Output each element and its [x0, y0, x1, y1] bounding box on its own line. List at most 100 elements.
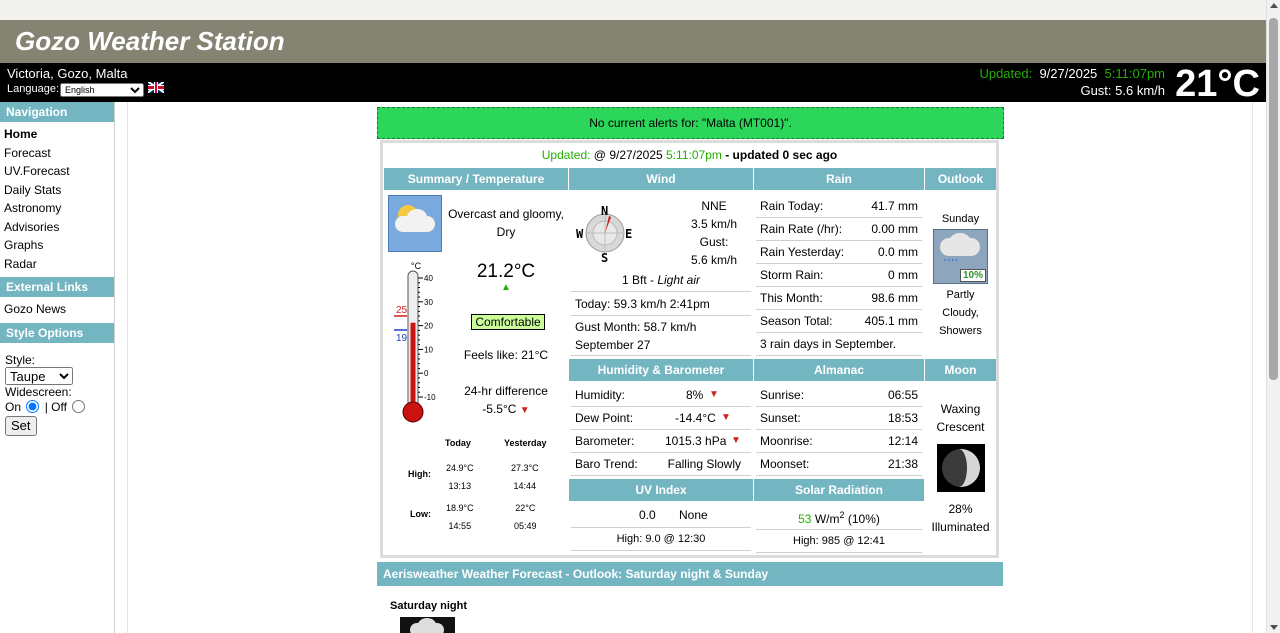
rain-today: Rain Today: 41.7 mm — [756, 195, 922, 218]
temp-up-arrow-icon: ▲ — [501, 282, 511, 293]
baro-trend-row: Baro Trend: Falling Slowly — [571, 453, 751, 476]
scroll-down-icon[interactable] — [1270, 625, 1278, 630]
feels-like: Feels like: 21°C — [463, 348, 549, 362]
rain-days: 3 rain days in September. — [756, 333, 922, 356]
weather-panel: Updated: @ 9/27/2025 5:11:07pm - updated… — [380, 140, 999, 558]
widescreen-off-label: | Off — [44, 399, 67, 414]
sidebar: Navigation Home Forecast UV.Forecast Dai… — [0, 102, 115, 633]
dewpoint-row: Dew Point: -14.4°C ▼ — [571, 407, 751, 430]
thermo-tick-label: 0 — [424, 369, 429, 378]
almanac-heading: Almanac — [754, 359, 924, 381]
nav-item-advisories[interactable]: Advisories — [4, 218, 114, 237]
moonrise-row: Moonrise: 12:14 — [756, 430, 922, 453]
language-select[interactable]: English — [60, 83, 144, 97]
thermo-high: 25 — [396, 305, 408, 316]
thermo-tick-label: 10 — [424, 345, 433, 354]
language-label: Language: — [7, 83, 59, 95]
solar-value-row: 53 W/m2 (10%) — [756, 504, 922, 530]
wind-heading: Wind — [569, 168, 753, 190]
widescreen-on-radio[interactable] — [26, 399, 40, 413]
diff-value: -5.5°C ▼ — [482, 402, 530, 416]
set-style-button[interactable]: Set — [5, 415, 37, 436]
partly-cloudy-icon — [388, 195, 442, 252]
wind-today: Today: 59.3 km/h 2:41pm — [571, 293, 751, 316]
moonset-row: Moonset: 21:38 — [756, 453, 922, 476]
nav-item-astronomy[interactable]: Astronomy — [4, 199, 114, 218]
site-banner: Gozo Weather Station — [0, 20, 1266, 63]
outlook-heading: Outlook — [925, 168, 996, 190]
low-yesterday: 22°C 05:49 — [514, 503, 537, 531]
high-today: 24.9°C 13:13 — [446, 463, 474, 491]
hilo-today-header: Today — [445, 438, 471, 448]
nav-item-graphs[interactable]: Graphs — [4, 236, 114, 255]
forecast-cloud-icon — [400, 617, 455, 633]
uv-high: High: 9.0 @ 12:30 — [571, 528, 751, 551]
showers-icon: '''' 10% — [933, 229, 988, 284]
panel-updated: Updated: @ 9/27/2025 5:11:07pm - updated… — [541, 148, 838, 162]
widescreen-label: Widescreen: — [5, 384, 72, 399]
station-location: Victoria, Gozo, Malta — [7, 66, 128, 81]
external-links-list: Gozo News — [0, 297, 114, 323]
nav-list: Home Forecast UV.Forecast Daily Stats As… — [0, 122, 114, 277]
forecast-heading: Aerisweather Weather Forecast - Outlook:… — [377, 562, 1003, 586]
alert-banner: No current alerts for: "Malta (MT001)". — [377, 107, 1004, 139]
style-options: Style: Taupe Widescreen: On | Off Set — [0, 343, 114, 440]
hilo-yesterday-header: Yesterday — [504, 438, 547, 448]
nav-item-radar[interactable]: Radar — [4, 255, 114, 274]
nav-item-forecast[interactable]: Forecast — [4, 144, 114, 163]
condition-text: Overcast and gloomy, Dry — [448, 207, 564, 239]
forecast-body: Saturday night — [377, 586, 1003, 633]
rain-heading: Rain — [754, 168, 924, 190]
forecast-period: Saturday night — [390, 600, 468, 612]
nav-item-gozo-news[interactable]: Gozo News — [4, 300, 114, 319]
wind-bft: 1 Bft - Light air — [571, 269, 751, 292]
wind-gust-label: Gust: — [699, 235, 729, 249]
compass-n: N — [601, 204, 608, 218]
nav-item-daily-stats[interactable]: Daily Stats — [4, 181, 114, 200]
wind-gust-month: Gust Month: 58.7 km/h September 27 — [571, 316, 751, 356]
thermo-low: 19 — [396, 333, 408, 344]
compass-w: W — [576, 227, 584, 241]
moon-heading: Moon — [925, 359, 996, 381]
humidity-heading: Humidity & Barometer — [569, 359, 753, 381]
solar-heading: Solar Radiation — [754, 479, 924, 501]
thermo-tick-label: 20 — [424, 322, 433, 331]
header-updated: Updated: 9/27/2025 5:11:07pm — [979, 66, 1165, 81]
hilo-table: Today Yesterday High: 24.9°C 13:13 27.3°C… — [393, 435, 563, 535]
uv-value-row: 0.0 None — [571, 504, 751, 528]
wind-readout: NNE 3.5 km/h Gust: 5.6 km/h — [679, 197, 749, 269]
header-gust: Gust: 5.6 km/h — [1080, 83, 1165, 98]
nav-heading: Navigation — [0, 102, 114, 122]
sunset-row: Sunset: 18:53 — [756, 407, 922, 430]
scroll-up-icon[interactable] — [1270, 3, 1278, 8]
widescreen-off-radio[interactable] — [72, 399, 86, 413]
uv-heading: UV Index — [569, 479, 753, 501]
nav-item-uv-forecast[interactable]: UV.Forecast — [4, 162, 114, 181]
comfort-badge: Comfortable — [471, 314, 545, 330]
thermo-unit: °C — [411, 261, 422, 271]
moon-illumination: 28% Illuminated — [931, 502, 990, 534]
thermo-tick-label: 40 — [424, 274, 433, 283]
outlook-pop: 10% — [960, 269, 986, 282]
outlook-desc: Partly Cloudy, Showers — [939, 289, 982, 337]
nav-item-home[interactable]: Home — [4, 125, 114, 144]
summary-heading: Summary / Temperature — [384, 168, 568, 190]
style-select[interactable]: Taupe — [5, 366, 73, 385]
moon-icon — [937, 444, 985, 492]
uk-flag-icon[interactable] — [148, 82, 164, 93]
high-yesterday: 27.3°C 14:44 — [511, 463, 539, 491]
header-current-temp: 21°C — [1175, 63, 1260, 105]
scrollbar-thumb[interactable] — [1269, 18, 1278, 380]
outside-temp: 21.2°C — [476, 261, 536, 282]
outlook-day: Sunday — [941, 213, 980, 225]
site-title: Gozo Weather Station — [15, 26, 285, 56]
hilo-low-label: Low: — [410, 509, 431, 519]
wind-speed: 3.5 km/h — [690, 217, 738, 231]
storm-rain: Storm Rain: 0 mm — [756, 264, 922, 287]
wind-direction: NNE — [701, 199, 727, 213]
header-bar: Victoria, Gozo, Malta Language: English … — [0, 63, 1266, 105]
rain-season: Season Total: 405.1 mm — [756, 310, 922, 333]
vertical-scrollbar[interactable] — [1266, 0, 1280, 633]
thermometer-icon: °C 40 30 20 10 0 -10 25 19 — [394, 261, 436, 423]
rain-month: This Month: 98.6 mm — [756, 287, 922, 310]
